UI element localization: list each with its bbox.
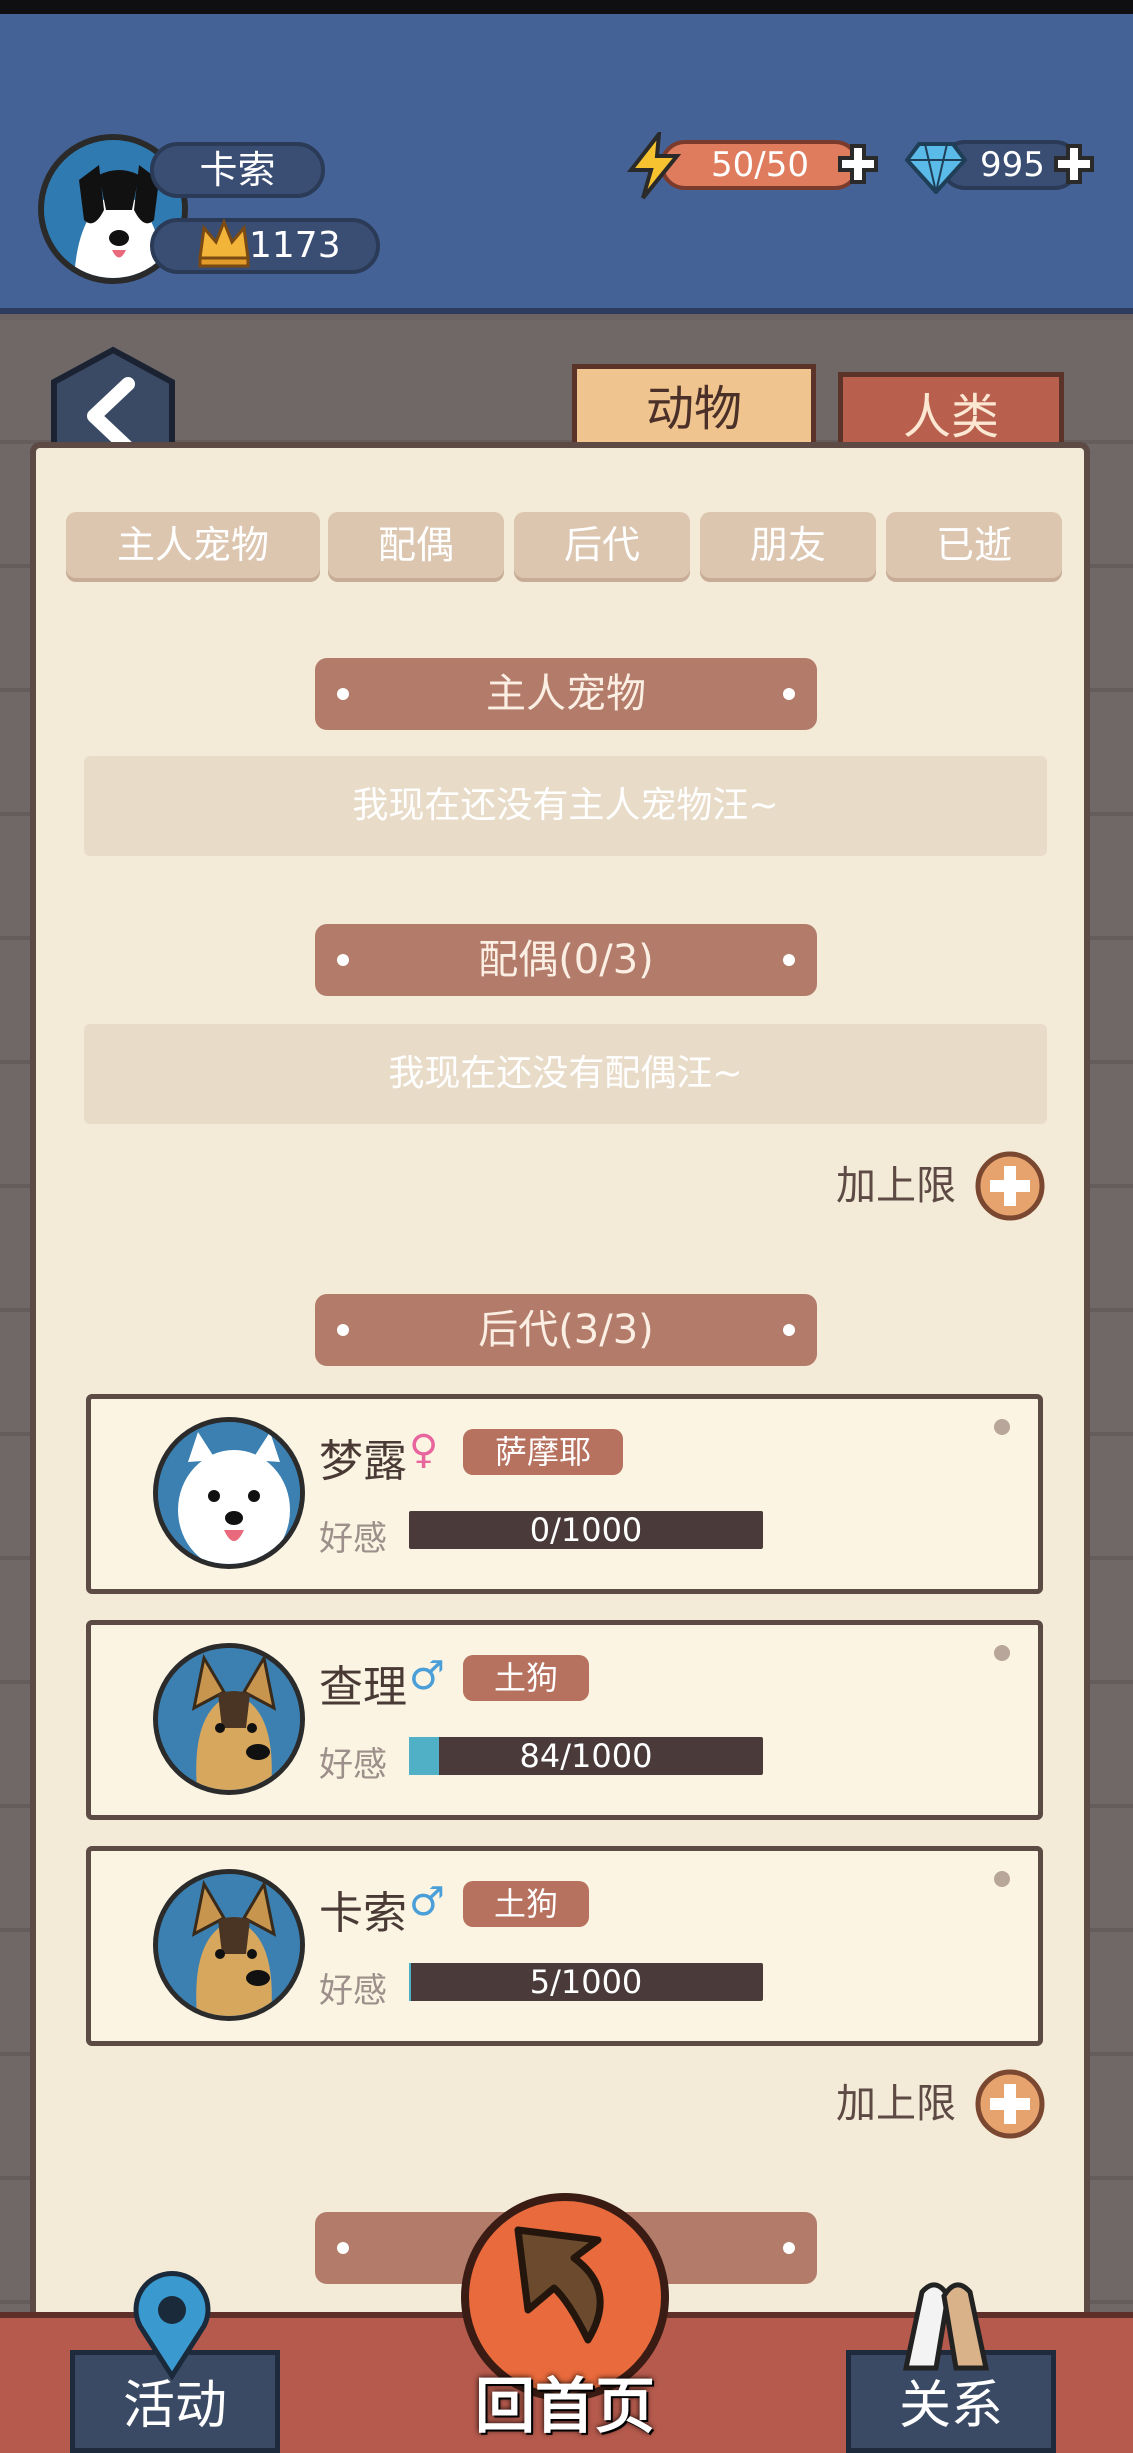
add-energy-icon[interactable] bbox=[836, 142, 880, 186]
nav-home-label[interactable]: 回首页 bbox=[440, 2358, 690, 2445]
pet-name: 梦露 bbox=[319, 1436, 407, 1487]
status-bar bbox=[0, 0, 1133, 14]
samoyed-avatar bbox=[153, 1417, 305, 1569]
crown-icon bbox=[198, 218, 250, 268]
spouse-add-limit-label[interactable]: 加上限 bbox=[836, 1148, 956, 1224]
breed-tag: 土狗 bbox=[463, 1881, 589, 1927]
female-icon: ♀ bbox=[409, 1427, 439, 1473]
player-score: 1173 bbox=[150, 218, 380, 274]
subtab-owner-pet[interactable]: 主人宠物 bbox=[66, 512, 320, 578]
favor-value: 0/1000 bbox=[529, 1511, 643, 1549]
offspring-add-limit-label[interactable]: 加上限 bbox=[836, 2066, 956, 2142]
section-title-spouse: 配偶(0/3) bbox=[315, 924, 817, 996]
male-icon: ♂ bbox=[409, 1653, 445, 1699]
subtab-spouse[interactable]: 配偶 bbox=[328, 512, 504, 578]
offspring-add-limit-plus-icon[interactable] bbox=[974, 2068, 1046, 2140]
offspring-card-3[interactable]: 卡索 ♂ 土狗 好感 5/1000 bbox=[86, 1846, 1043, 2046]
favor-value: 84/1000 bbox=[519, 1737, 653, 1775]
favor-label: 好感 bbox=[319, 1519, 387, 1559]
subtab-deceased[interactable]: 已逝 bbox=[886, 512, 1062, 578]
mutt-dog-avatar bbox=[153, 1643, 305, 1795]
favor-bar: 84/1000 bbox=[409, 1737, 763, 1775]
favor-value: 5/1000 bbox=[529, 1963, 643, 2001]
card-dot bbox=[994, 1645, 1010, 1661]
subtab-friends[interactable]: 朋友 bbox=[700, 512, 876, 578]
card-dot bbox=[994, 1871, 1010, 1887]
owner-pet-empty-message: 我现在还没有主人宠物汪~ bbox=[84, 756, 1047, 856]
diamond-icon bbox=[905, 142, 967, 194]
lightning-icon bbox=[626, 132, 682, 200]
offspring-card-2[interactable]: 查理 ♂ 土狗 好感 84/1000 bbox=[86, 1620, 1043, 1820]
pet-name: 查理 bbox=[319, 1662, 407, 1713]
tab-animals[interactable]: 动物 bbox=[572, 364, 816, 454]
favor-bar: 5/1000 bbox=[409, 1963, 763, 2001]
section-title-owner-pet: 主人宠物 bbox=[315, 658, 817, 730]
energy-counter: 50/50 bbox=[660, 140, 860, 190]
add-gems-icon[interactable] bbox=[1052, 142, 1096, 186]
breed-tag: 土狗 bbox=[463, 1655, 589, 1701]
breed-tag: 萨摩耶 bbox=[463, 1429, 623, 1475]
male-icon: ♂ bbox=[409, 1879, 445, 1925]
section-title-offspring: 后代(3/3) bbox=[315, 1294, 817, 1366]
player-name: 卡索 bbox=[150, 142, 325, 198]
offspring-card-1[interactable]: 梦露 ♀ 萨摩耶 好感 0/1000 bbox=[86, 1394, 1043, 1594]
spouse-add-limit-plus-icon[interactable] bbox=[974, 1150, 1046, 1222]
spouse-empty-message: 我现在还没有配偶汪~ bbox=[84, 1024, 1047, 1124]
favor-label: 好感 bbox=[319, 1971, 387, 2011]
mutt-dog-avatar bbox=[153, 1869, 305, 2021]
card-dot bbox=[994, 1419, 1010, 1435]
favor-label: 好感 bbox=[319, 1745, 387, 1785]
pet-name: 卡索 bbox=[319, 1888, 407, 1939]
favor-bar: 0/1000 bbox=[409, 1511, 763, 1549]
subtab-offspring[interactable]: 后代 bbox=[514, 512, 690, 578]
map-pin-icon bbox=[133, 2271, 211, 2380]
handshake-icon bbox=[902, 2282, 990, 2371]
